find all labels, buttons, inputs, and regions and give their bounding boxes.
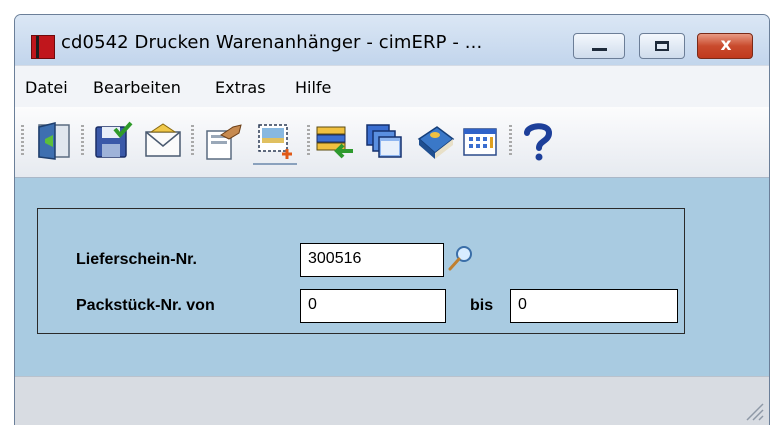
menu-bar: Datei Bearbeiten Extras Hilfe bbox=[15, 65, 769, 108]
status-bar bbox=[15, 376, 769, 425]
menu-datei[interactable]: Datei bbox=[25, 78, 68, 97]
grid-calculator-icon[interactable] bbox=[461, 121, 501, 161]
app-window: cd0542 Drucken Warenanhänger - cimERP - … bbox=[14, 14, 770, 425]
toolbar bbox=[15, 107, 769, 178]
packstueck-bis-input[interactable]: 0 bbox=[510, 289, 678, 323]
toolbar-separator bbox=[307, 125, 310, 155]
form-area: Lieferschein-Nr. 300516 Packstück-Nr. vo… bbox=[15, 178, 769, 376]
toolbar-separator bbox=[81, 125, 84, 155]
toolbar-grip[interactable] bbox=[21, 125, 24, 155]
packstueck-von-input[interactable]: 0 bbox=[300, 289, 446, 323]
toolbar-separator bbox=[509, 125, 512, 155]
resize-grip-icon[interactable] bbox=[741, 398, 765, 422]
exit-door-icon[interactable] bbox=[35, 121, 75, 161]
toolbar-separator bbox=[191, 125, 194, 155]
menu-hilfe[interactable]: Hilfe bbox=[295, 78, 331, 97]
menu-bearbeiten[interactable]: Bearbeiten bbox=[93, 78, 181, 97]
book-help-icon[interactable] bbox=[415, 121, 455, 161]
lieferschein-input[interactable]: 300516 bbox=[300, 243, 444, 277]
menu-extras[interactable]: Extras bbox=[215, 78, 266, 97]
packstueck-label: Packstück-Nr. von bbox=[76, 297, 215, 314]
question-help-icon[interactable] bbox=[521, 121, 555, 161]
close-icon: x bbox=[720, 35, 732, 55]
lieferschein-label: Lieferschein-Nr. bbox=[76, 251, 197, 268]
window-title: cd0542 Drucken Warenanhänger - cimERP - … bbox=[61, 32, 483, 53]
close-button[interactable]: x bbox=[697, 33, 753, 59]
maximize-icon bbox=[655, 41, 669, 51]
print-preview-icon[interactable] bbox=[203, 121, 243, 161]
minimize-button[interactable] bbox=[573, 33, 625, 59]
copy-windows-icon[interactable] bbox=[365, 121, 405, 161]
app-icon[interactable] bbox=[31, 35, 55, 59]
title-bar[interactable]: cd0542 Drucken Warenanhänger - cimERP - … bbox=[15, 15, 769, 65]
minimize-icon bbox=[592, 48, 607, 51]
stack-import-icon[interactable] bbox=[315, 121, 355, 161]
bis-label: bis bbox=[470, 297, 494, 314]
maximize-button[interactable] bbox=[639, 33, 685, 59]
search-icon[interactable] bbox=[446, 243, 476, 273]
new-record-icon[interactable] bbox=[253, 119, 297, 165]
save-check-icon[interactable] bbox=[93, 121, 133, 161]
form-group-box: Lieferschein-Nr. 300516 Packstück-Nr. vo… bbox=[37, 208, 685, 334]
mail-envelope-icon[interactable] bbox=[143, 121, 183, 161]
